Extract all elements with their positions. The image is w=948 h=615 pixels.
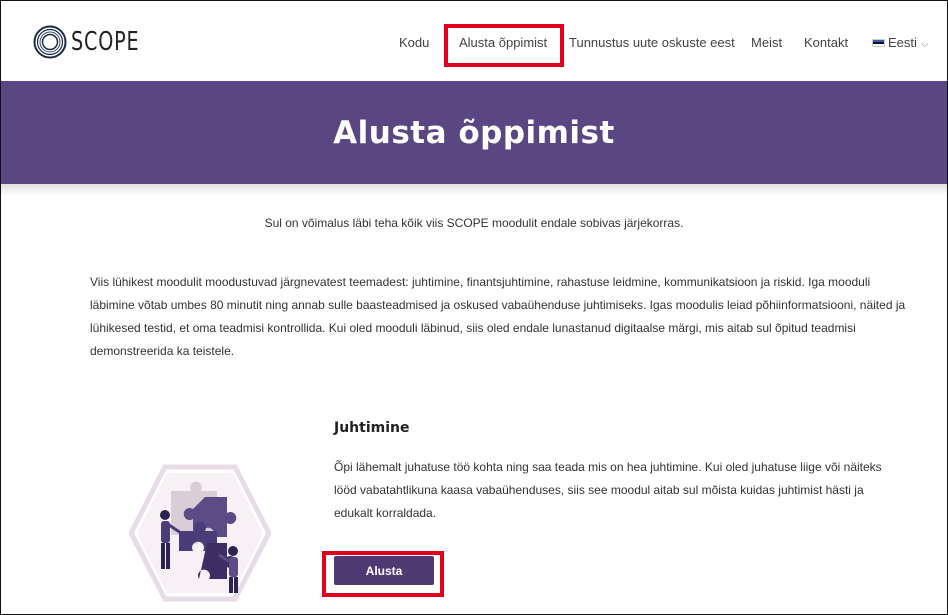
chevron-down-icon: ⌵ [920,39,929,50]
highlight-box-button [322,551,444,597]
nav-item-about[interactable]: Meist [751,35,782,50]
language-label: Eesti [888,35,917,50]
module-description: Õpi lähemalt juhatuse töö kohta ning saa… [334,460,882,520]
estonian-flag-icon [872,38,885,47]
nav-item-contact[interactable]: Kontakt [804,35,848,50]
banner-shadow [1,184,947,196]
page-frame: SCOPE Kodu Alusta õppimist Tunnustus uut… [0,0,948,615]
language-selector[interactable]: Eesti ⌵ [872,35,929,50]
site-header: SCOPE Kodu Alusta õppimist Tunnustus uut… [1,1,947,81]
nav-item-home[interactable]: Kodu [399,35,429,50]
intro-text: Sul on võimalus läbi teha kõik viis SCOP… [264,216,684,230]
page-title: Alusta õppimist [333,114,615,151]
module-title: Juhtimine [334,420,410,436]
nav-item-recognition[interactable]: Tunnustus uute oskuste eest [569,35,735,50]
highlight-box-nav [444,24,564,67]
puzzle-illustration-icon [129,464,271,602]
page-banner: Alusta õppimist [1,81,947,184]
description-text: Viis lühikest moodulit moodustuvad järgn… [90,275,906,358]
